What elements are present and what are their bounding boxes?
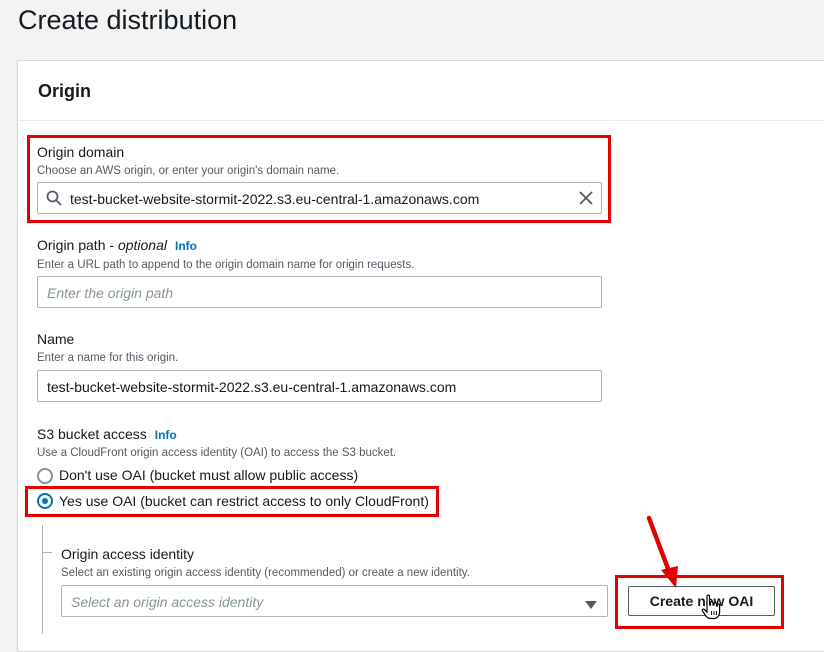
page-title: Create distribution	[18, 5, 238, 35]
radio-dont-use-oai[interactable]	[37, 468, 53, 484]
name-value: test-bucket-website-stormit-2022.s3.eu-c…	[47, 379, 457, 395]
origin-path-description: Enter a URL path to append to the origin…	[37, 259, 415, 271]
origin-access-identity-description: Select an existing origin access identit…	[61, 567, 470, 579]
origin-path-info-link[interactable]: Info	[175, 239, 197, 253]
origin-path-label: Origin path - optional Info	[37, 236, 197, 255]
tree-connector-vertical	[42, 525, 43, 634]
panel-header: Origin	[18, 61, 824, 121]
origin-domain-value: test-bucket-website-stormit-2022.s3.eu-c…	[70, 191, 480, 207]
optional-label: optional	[117, 237, 167, 253]
s3-bucket-access-description: Use a CloudFront origin access identity …	[37, 447, 397, 459]
origin-access-identity-placeholder: Select an origin access identity	[71, 594, 264, 610]
origin-path-input[interactable]: Enter the origin path	[37, 276, 602, 308]
clear-icon[interactable]	[579, 191, 593, 210]
origin-domain-input[interactable]: test-bucket-website-stormit-2022.s3.eu-c…	[37, 182, 602, 214]
name-input[interactable]: test-bucket-website-stormit-2022.s3.eu-c…	[37, 370, 602, 402]
origin-path-label-text: Origin path -	[37, 237, 118, 253]
search-icon	[46, 190, 62, 211]
origin-access-identity-label: Origin access identity	[61, 546, 195, 562]
name-description: Enter a name for this origin.	[37, 352, 179, 364]
origin-domain-label: Origin domain	[37, 144, 125, 160]
s3-bucket-access-label-text: S3 bucket access	[37, 426, 147, 442]
s3-bucket-access-label: S3 bucket access Info	[37, 425, 177, 444]
tree-connector-horizontal	[42, 552, 52, 553]
radio-yes-use-oai[interactable]	[37, 493, 53, 509]
caret-down-icon	[585, 597, 597, 615]
annotation-arrow-icon	[646, 515, 678, 588]
panel-title: Origin	[38, 81, 91, 101]
s3-bucket-access-info-link[interactable]: Info	[155, 428, 177, 442]
name-label: Name	[37, 331, 75, 347]
radio-dont-use-oai-label[interactable]: Don't use OAI (bucket must allow public …	[59, 466, 358, 484]
radio-yes-use-oai-label[interactable]: Yes use OAI (bucket can restrict access …	[59, 492, 429, 510]
hand-cursor-icon	[701, 594, 721, 620]
origin-access-identity-select[interactable]: Select an origin access identity	[61, 585, 608, 617]
origin-domain-description: Choose an AWS origin, or enter your orig…	[37, 165, 340, 177]
origin-path-placeholder: Enter the origin path	[47, 285, 174, 301]
